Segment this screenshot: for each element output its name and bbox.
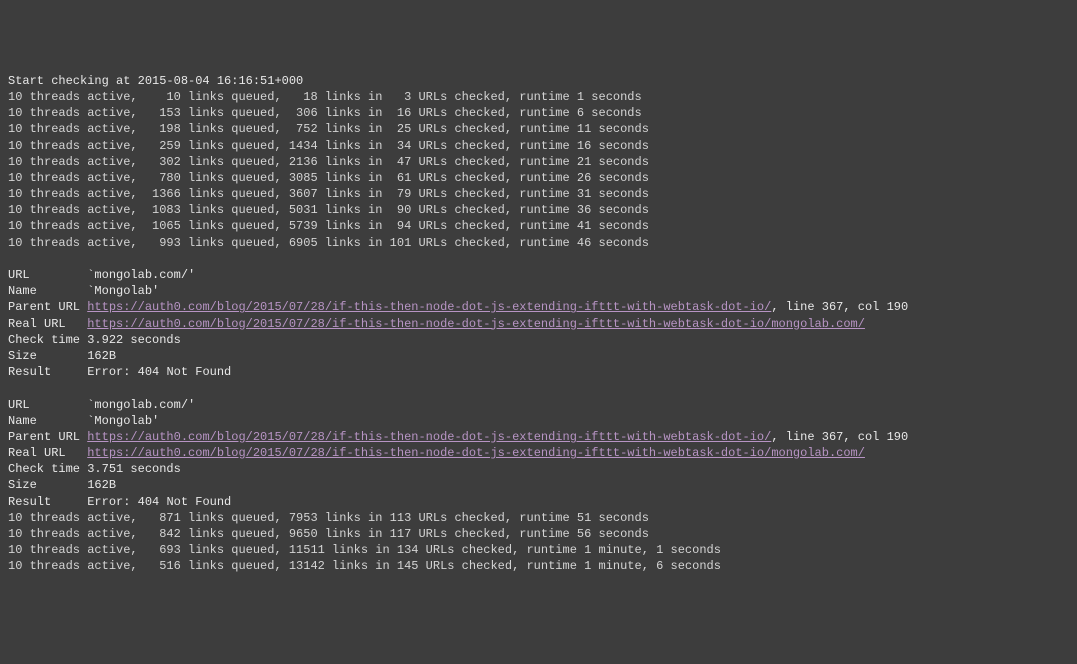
real-url-link[interactable]: https://auth0.com/blog/2015/07/28/if-thi… <box>87 446 865 460</box>
progress-line: 10 threads active, 993 links queued, 690… <box>8 236 649 250</box>
real-url-link[interactable]: https://auth0.com/blog/2015/07/28/if-thi… <box>87 317 865 331</box>
url-label: URL <box>8 268 30 282</box>
progress-line: 10 threads active, 516 links queued, 131… <box>8 559 721 573</box>
progress-line: 10 threads active, 198 links queued, 752… <box>8 122 649 136</box>
check-time-label: Check time <box>8 462 80 476</box>
progress-line: 10 threads active, 1366 links queued, 36… <box>8 187 649 201</box>
progress-line: 10 threads active, 259 links queued, 143… <box>8 139 649 153</box>
size-label: Size <box>8 478 37 492</box>
start-line: Start checking at 2015-08-04 16:16:51+00… <box>8 74 303 88</box>
progress-line: 10 threads active, 1065 links queued, 57… <box>8 219 649 233</box>
check-time-value: 3.751 seconds <box>87 462 181 476</box>
progress-line: 10 threads active, 1083 links queued, 50… <box>8 203 649 217</box>
size-value: 162B <box>87 349 116 363</box>
progress-line: 10 threads active, 693 links queued, 115… <box>8 543 721 557</box>
result-label: Result <box>8 495 51 509</box>
real-url-label: Real URL <box>8 446 66 460</box>
size-label: Size <box>8 349 37 363</box>
progress-line: 10 threads active, 10 links queued, 18 l… <box>8 90 642 104</box>
name-label: Name <box>8 414 37 428</box>
size-value: 162B <box>87 478 116 492</box>
name-label: Name <box>8 284 37 298</box>
parent-url-suffix: , line 367, col 190 <box>771 430 908 444</box>
result-label: Result <box>8 365 51 379</box>
progress-line: 10 threads active, 780 links queued, 308… <box>8 171 649 185</box>
result-value: Error: 404 Not Found <box>87 495 231 509</box>
url-label: URL <box>8 398 30 412</box>
result-value: Error: 404 Not Found <box>87 365 231 379</box>
parent-url-link[interactable]: https://auth0.com/blog/2015/07/28/if-thi… <box>87 430 771 444</box>
check-time-label: Check time <box>8 333 80 347</box>
name-value: `Mongolab' <box>87 284 159 298</box>
progress-line: 10 threads active, 842 links queued, 965… <box>8 527 649 541</box>
parent-url-suffix: , line 367, col 190 <box>771 300 908 314</box>
url-value: `mongolab.com/' <box>87 398 195 412</box>
progress-line: 10 threads active, 153 links queued, 306… <box>8 106 642 120</box>
url-value: `mongolab.com/' <box>87 268 195 282</box>
parent-url-label: Parent URL <box>8 430 80 444</box>
progress-line: 10 threads active, 871 links queued, 795… <box>8 511 649 525</box>
progress-line: 10 threads active, 302 links queued, 213… <box>8 155 649 169</box>
name-value: `Mongolab' <box>87 414 159 428</box>
check-time-value: 3.922 seconds <box>87 333 181 347</box>
parent-url-link[interactable]: https://auth0.com/blog/2015/07/28/if-thi… <box>87 300 771 314</box>
real-url-label: Real URL <box>8 317 66 331</box>
parent-url-label: Parent URL <box>8 300 80 314</box>
terminal-output: Start checking at 2015-08-04 16:16:51+00… <box>8 73 1069 575</box>
